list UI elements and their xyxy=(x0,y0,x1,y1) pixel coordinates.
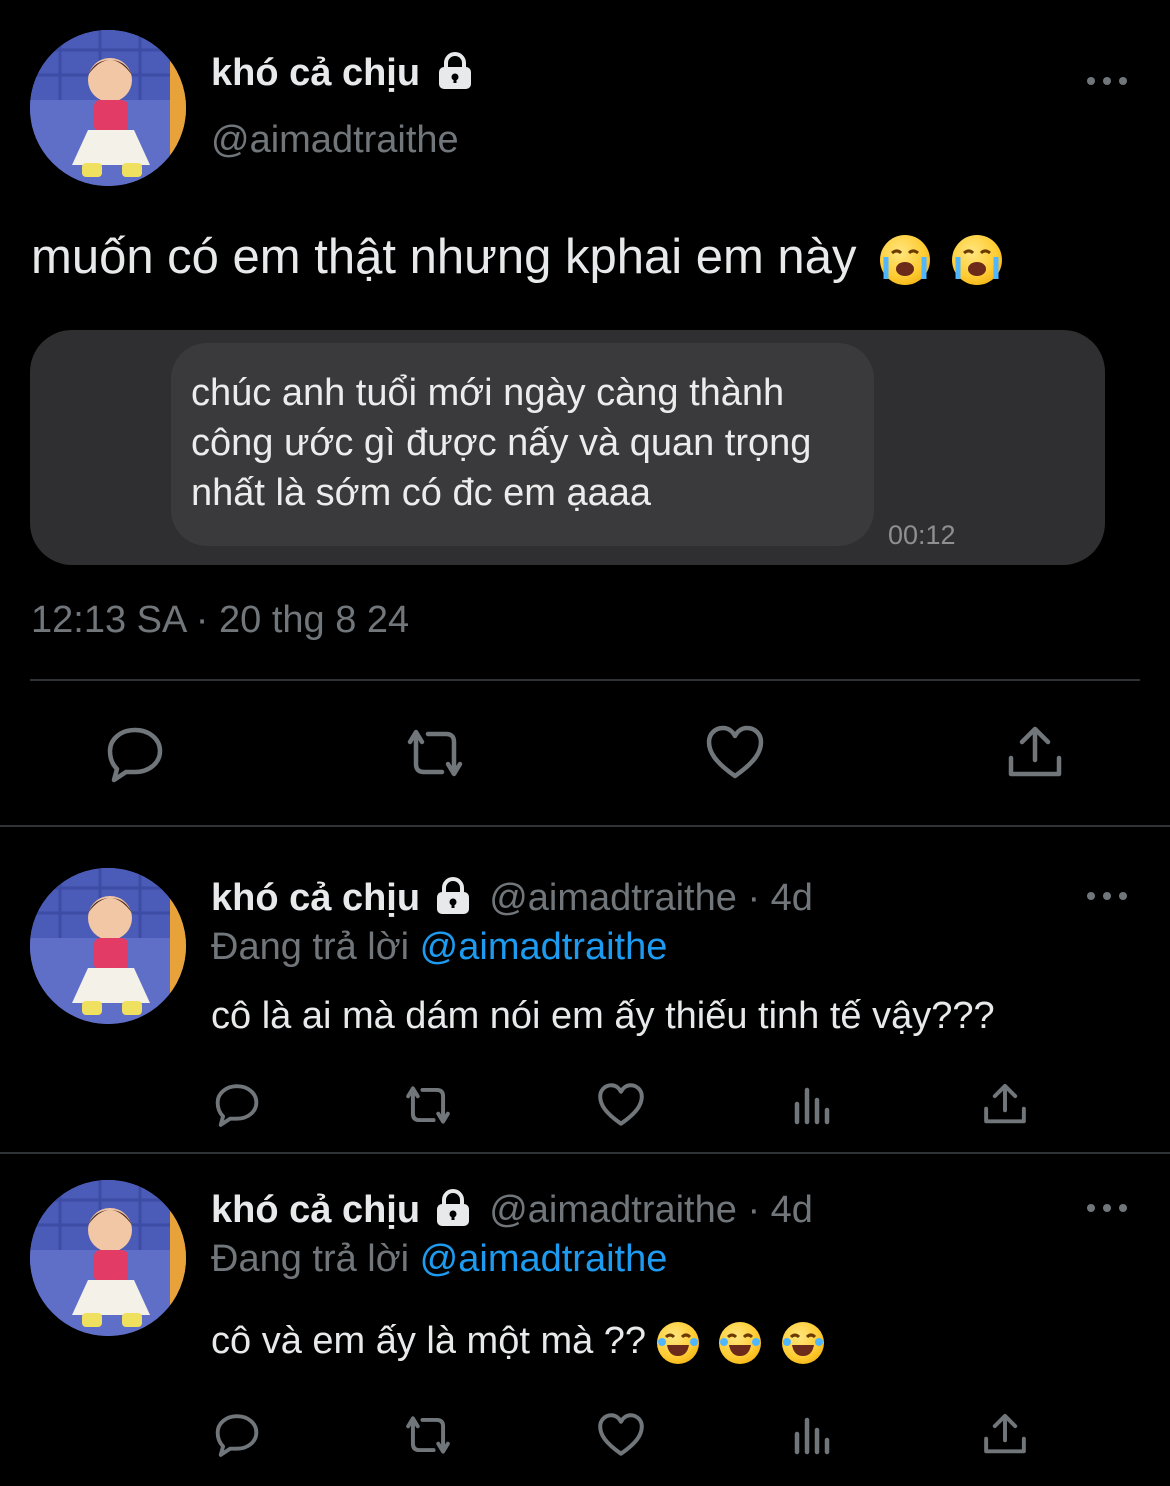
reply-handle[interactable]: @aimadtraithe xyxy=(489,877,737,919)
reply-text-line: cô và em ấy là một mà ?? xyxy=(211,1318,824,1364)
retweet-icon[interactable] xyxy=(400,1412,456,1458)
reply-text: cô và em ấy là một mà ?? xyxy=(211,1320,647,1362)
reply-icon[interactable] xyxy=(104,722,166,784)
main-timestamp[interactable]: 12:13 SA · 20 thg 8 24 xyxy=(31,597,409,643)
lock-icon xyxy=(436,1188,469,1226)
divider xyxy=(0,825,1170,827)
reply-text: cô là ai mà dám nói em ấy thiếu tinh tế … xyxy=(211,995,995,1037)
divider xyxy=(0,1152,1170,1154)
reply-age[interactable]: · 4d xyxy=(747,877,812,919)
face-with-tears-of-joy-icon xyxy=(781,1321,824,1364)
like-icon[interactable] xyxy=(597,1082,645,1127)
replying-to-link[interactable]: @aimadtraithe xyxy=(420,926,668,968)
display-name-text[interactable]: khó cả chịu xyxy=(211,52,420,94)
replying-to-line: Đang trả lời @aimadtraithe xyxy=(211,1236,667,1282)
reply-more-icon[interactable] xyxy=(1087,1198,1127,1218)
main-more-icon[interactable] xyxy=(1087,71,1127,91)
replying-prefix: Đang trả lời xyxy=(211,926,410,968)
like-icon[interactable] xyxy=(705,724,765,780)
reply-display-name[interactable]: khó cả chịu xyxy=(211,877,420,919)
message-time: 00:12 xyxy=(888,520,956,550)
message-bubble: chúc anh tuổi mới ngày càng thành công ư… xyxy=(171,343,874,546)
reply-handle[interactable]: @aimadtraithe xyxy=(489,1189,737,1231)
share-icon[interactable] xyxy=(982,1412,1028,1456)
reply-header: khó cả chịu @aimadtraithe · 4d xyxy=(211,875,813,921)
reply-display-name[interactable]: khó cả chịu xyxy=(211,1189,420,1231)
like-icon[interactable] xyxy=(597,1412,645,1457)
analytics-icon[interactable] xyxy=(792,1414,834,1456)
reply-icon[interactable] xyxy=(213,1410,261,1458)
reply-age[interactable]: · 4d xyxy=(747,1189,812,1231)
main-handle[interactable]: @aimadtraithe xyxy=(211,118,459,162)
replying-prefix: Đang trả lời xyxy=(211,1238,410,1280)
loudly-crying-face-icon xyxy=(880,235,931,286)
tweet-text: muốn có em thật nhưng kphai em này xyxy=(31,230,857,284)
reply-avatar[interactable] xyxy=(30,868,186,1024)
reply-more-icon[interactable] xyxy=(1087,886,1127,906)
analytics-icon[interactable] xyxy=(792,1084,834,1126)
share-icon[interactable] xyxy=(982,1082,1028,1126)
replying-to-line: Đang trả lời @aimadtraithe xyxy=(211,924,667,970)
divider xyxy=(30,679,1140,681)
loudly-crying-face-icon xyxy=(951,235,1002,286)
face-with-tears-of-joy-icon xyxy=(719,1321,762,1364)
lock-icon xyxy=(438,51,471,89)
reply-header: khó cả chịu @aimadtraithe · 4d xyxy=(211,1187,813,1233)
main-display-name[interactable]: khó cả chịu xyxy=(211,50,475,96)
reply-icon[interactable] xyxy=(213,1080,261,1128)
embedded-message-card[interactable]: chúc anh tuổi mới ngày càng thành công ư… xyxy=(30,330,1105,565)
reply-avatar[interactable] xyxy=(30,1180,186,1336)
message-text: chúc anh tuổi mới ngày càng thành công ư… xyxy=(191,372,812,514)
share-icon[interactable] xyxy=(1006,724,1064,780)
face-with-tears-of-joy-icon xyxy=(656,1321,699,1364)
main-avatar[interactable] xyxy=(30,30,186,186)
main-tweet-text: muốn có em thật nhưng kphai em này xyxy=(31,228,1002,286)
retweet-icon[interactable] xyxy=(400,724,470,782)
lock-icon xyxy=(436,876,469,914)
retweet-icon[interactable] xyxy=(400,1082,456,1128)
replying-to-link[interactable]: @aimadtraithe xyxy=(420,1238,668,1280)
